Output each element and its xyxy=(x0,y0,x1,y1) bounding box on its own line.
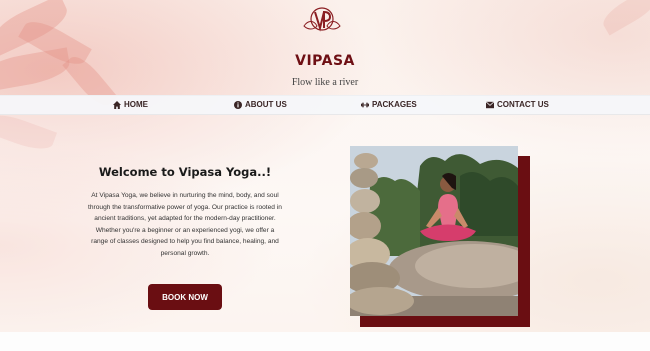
nav-contact-us[interactable]: CONTACT US xyxy=(486,96,549,114)
nav-packages[interactable]: PACKAGES xyxy=(361,96,417,114)
dumbbell-icon xyxy=(361,102,369,108)
site-title: VIPASA xyxy=(295,53,355,69)
nav-home[interactable]: HOME xyxy=(113,96,148,114)
info-icon xyxy=(234,101,242,109)
nav-contact-label: CONTACT US xyxy=(497,100,549,109)
nav-home-label: HOME xyxy=(124,100,148,109)
hero-description: At Vipasa Yoga, we believe in nurturing … xyxy=(88,192,282,257)
vp-lotus-logo-icon xyxy=(303,7,341,32)
meditating-woman-on-rocks-image xyxy=(350,146,518,316)
book-now-button[interactable]: BOOK NOW xyxy=(148,284,222,310)
nav-packages-label: PACKAGES xyxy=(372,100,417,109)
site-header: VIPASA Flow like a river xyxy=(0,0,650,95)
main-navigation: HOME ABOUT US PACKAGES CONTACT US xyxy=(0,95,650,115)
page-footer-strip xyxy=(0,332,650,351)
yoga-photo xyxy=(350,146,518,316)
nav-about-us[interactable]: ABOUT US xyxy=(234,96,287,114)
envelope-icon xyxy=(486,101,494,109)
site-tagline: Flow like a river xyxy=(291,77,359,88)
nav-about-label: ABOUT US xyxy=(245,100,287,109)
hero-title: Welcome to Vipasa Yoga..! xyxy=(98,165,272,179)
home-icon xyxy=(113,101,121,109)
